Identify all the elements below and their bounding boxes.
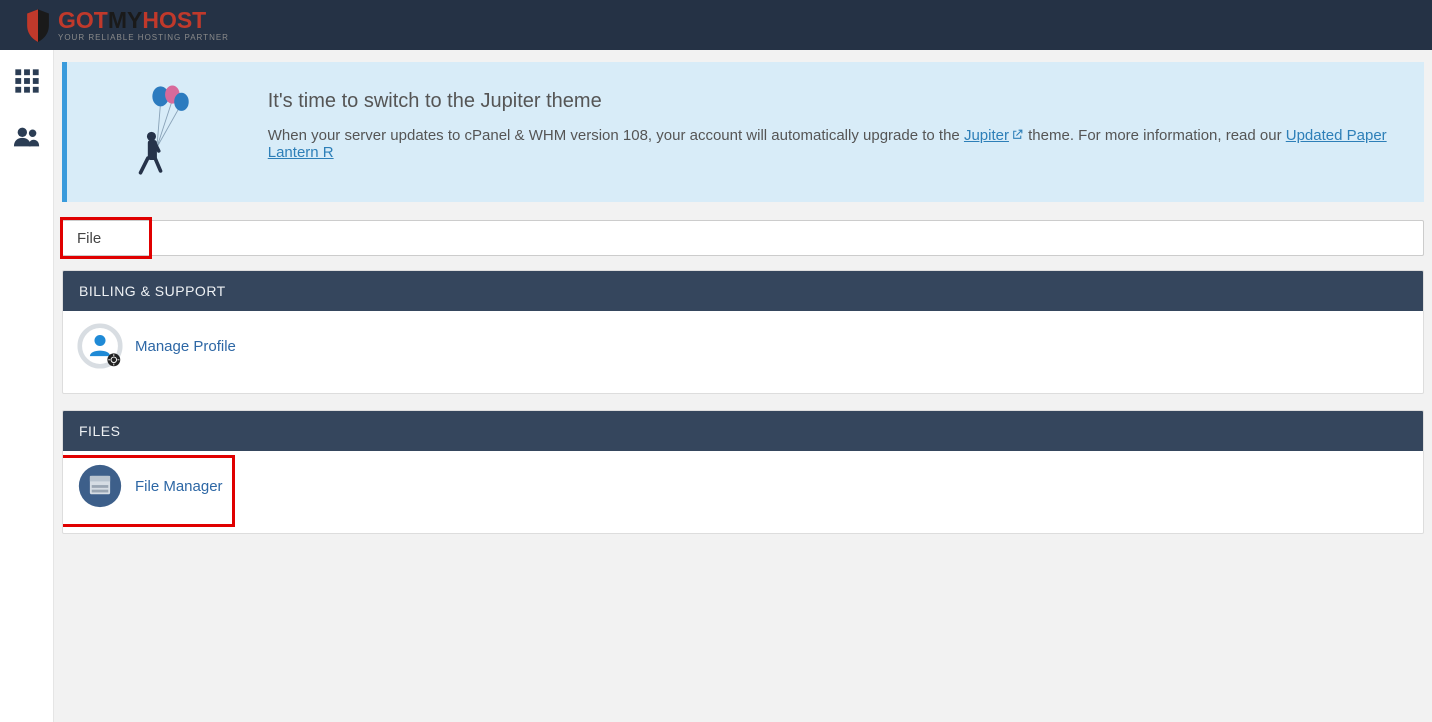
banner-body: When your server updates to cPanel & WHM… (268, 127, 1406, 161)
apps-grid-icon[interactable] (8, 62, 46, 100)
brand-logo[interactable]: GOTMYHOST YOUR RELIABLE HOSTING PARTNER (24, 8, 229, 42)
main-content: It's time to switch to the Jupiter theme… (54, 50, 1432, 722)
file-manager-icon (77, 463, 123, 509)
file-manager-label: File Manager (135, 478, 223, 495)
manage-profile-item[interactable]: Manage Profile (77, 323, 1409, 369)
top-bar: GOTMYHOST YOUR RELIABLE HOSTING PARTNER (0, 0, 1432, 50)
manage-profile-label: Manage Profile (135, 338, 236, 355)
billing-support-section: BILLING & SUPPORT Manage Profile (62, 270, 1424, 394)
files-section: FILES File Manager (62, 410, 1424, 534)
users-icon[interactable] (8, 118, 46, 156)
brand-name: GOTMYHOST (58, 9, 229, 32)
shield-icon (24, 8, 52, 42)
file-manager-item[interactable]: File Manager (77, 463, 1409, 509)
sidebar (0, 50, 54, 722)
search-input[interactable] (62, 220, 1424, 256)
jupiter-banner: It's time to switch to the Jupiter theme… (62, 62, 1424, 202)
section-header-files[interactable]: FILES (63, 411, 1423, 451)
brand-tagline: YOUR RELIABLE HOSTING PARTNER (58, 33, 229, 42)
balloons-illustration-icon (85, 80, 248, 180)
external-link-icon (1011, 128, 1024, 141)
search-container (62, 220, 1424, 256)
section-header-billing[interactable]: BILLING & SUPPORT (63, 271, 1423, 311)
profile-icon (77, 323, 123, 369)
jupiter-link[interactable]: Jupiter (964, 127, 1024, 144)
banner-title: It's time to switch to the Jupiter theme (268, 90, 1406, 113)
